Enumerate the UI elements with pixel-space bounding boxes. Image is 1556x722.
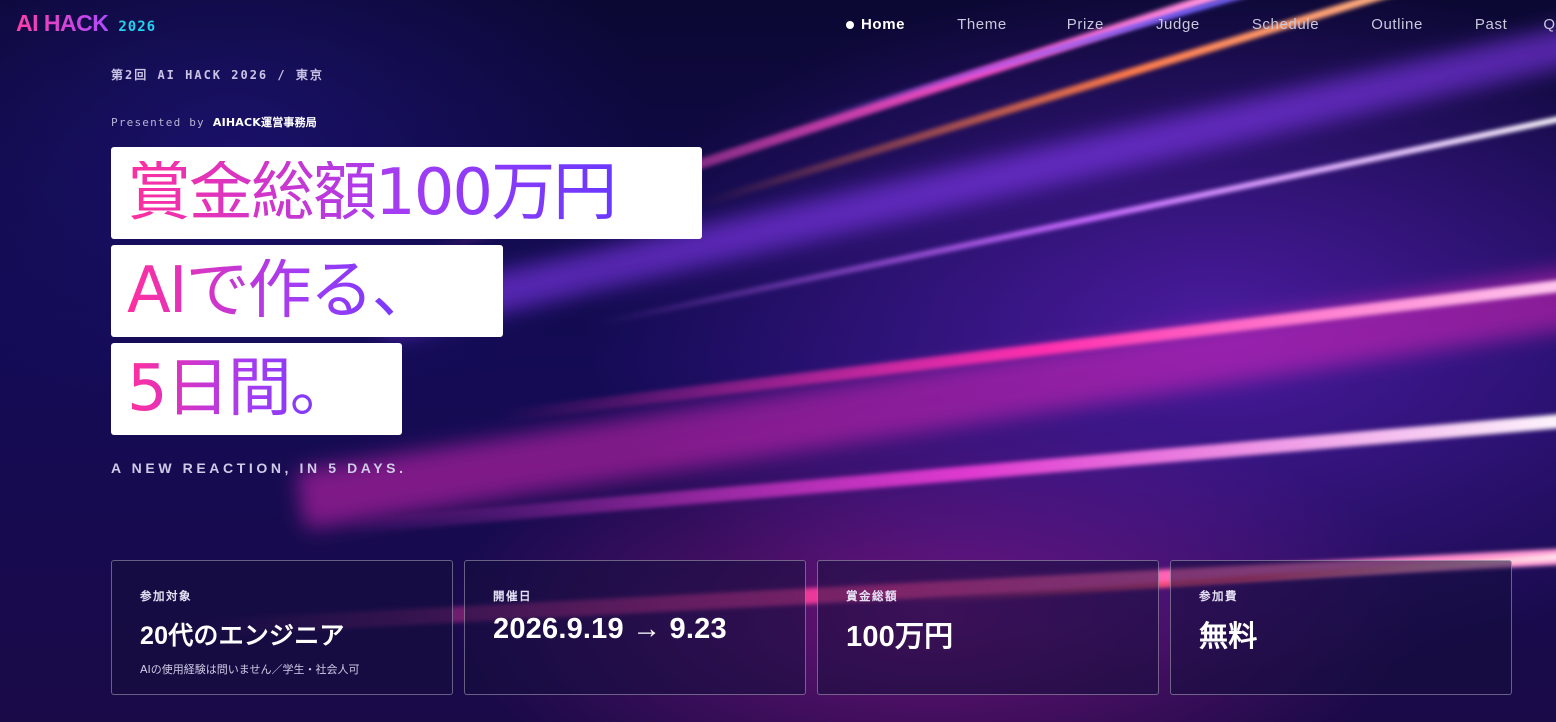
headline-line-3: 5日間。 — [111, 343, 402, 435]
site-logo[interactable]: AI HACK 2026 — [16, 10, 156, 37]
presented-by-label: Presented by — [111, 116, 205, 129]
active-dot-icon — [846, 20, 854, 29]
nav-q[interactable]: Q — [1543, 16, 1555, 33]
card-value: 20代のエンジニア — [140, 622, 345, 650]
card-value: 2026.9.19 → 9.23 — [493, 613, 727, 645]
card-label: 参加対象 — [140, 589, 192, 603]
card-value: 100万円 — [846, 621, 954, 653]
card-fee: 参加費 無料 — [1170, 560, 1512, 695]
headline-text-2: AIで作る、 — [127, 254, 436, 328]
card-label: 賞金総額 — [846, 589, 898, 603]
info-cards: 参加対象 20代のエンジニア AIの使用経験は問いません／学生・社会人可 開催日… — [111, 560, 1512, 695]
nav-home-label: Home — [861, 16, 906, 33]
card-dates: 開催日 2026.9.19 → 9.23 — [464, 560, 806, 695]
headline-text-1: 賞金総額100万円 — [127, 156, 617, 230]
card-eligibility: 参加対象 20代のエンジニア AIの使用経験は問いません／学生・社会人可 — [111, 560, 453, 695]
nav-judge[interactable]: Judge — [1156, 16, 1200, 33]
card-prize: 賞金総額 100万円 — [817, 560, 1159, 695]
card-label: 参加費 — [1199, 589, 1238, 603]
logo-text: AI HACK — [16, 10, 109, 36]
card-value: 無料 — [1199, 621, 1258, 653]
logo-year: 2026 — [118, 19, 157, 35]
nav-schedule[interactable]: Schedule — [1252, 16, 1319, 33]
headline-line-1: 賞金総額100万円 — [111, 147, 702, 239]
tagline: A NEW REACTION, IN 5 DAYS. — [111, 460, 407, 476]
card-label: 開催日 — [493, 589, 532, 603]
headline-line-2: AIで作る、 — [111, 245, 503, 337]
main-nav: Home Theme Prize Judge Schedule Outline … — [846, 16, 1556, 33]
presented-by: Presented by AIHACK運営事務局 — [111, 114, 317, 130]
nav-prize[interactable]: Prize — [1067, 16, 1104, 33]
organizer-name: AIHACK運営事務局 — [212, 116, 317, 129]
nav-outline[interactable]: Outline — [1371, 16, 1423, 33]
nav-home[interactable]: Home — [846, 16, 905, 33]
headline-text-3: 5日間。 — [127, 352, 354, 426]
card-note: AIの使用経験は問いません／学生・社会人可 — [140, 663, 360, 676]
nav-past[interactable]: Past — [1475, 16, 1507, 33]
nav-theme[interactable]: Theme — [957, 16, 1007, 33]
event-eyebrow: 第2回 AI HACK 2026 / 東京 — [111, 68, 324, 82]
